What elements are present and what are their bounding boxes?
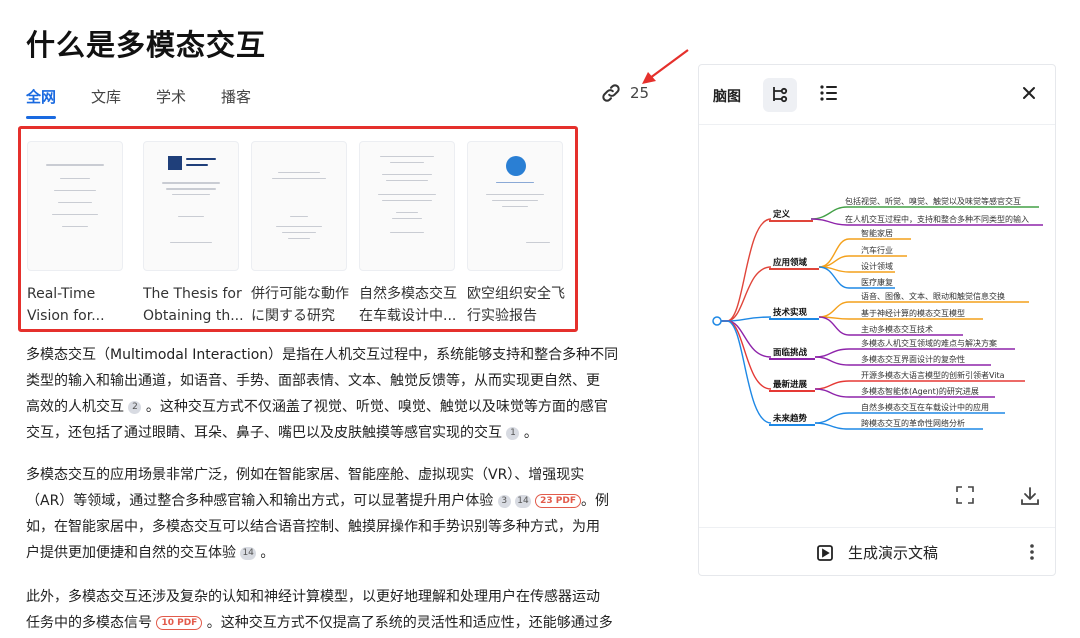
reference-count: 25 (630, 84, 650, 102)
svg-text:多模态智能体(Agent)的研究进展: 多模态智能体(Agent)的研究进展 (861, 386, 979, 396)
source-card[interactable]: 自然多模态交互 在车载设计中... (359, 141, 457, 327)
svg-text:多模态交互界面设计的复杂性: 多模态交互界面设计的复杂性 (861, 354, 965, 364)
download-icon (1021, 487, 1039, 505)
document-thumbnail (251, 141, 347, 271)
source-card[interactable]: 併行可能な動作 に関する研究 (251, 141, 349, 327)
citation-badge[interactable]: 14 (240, 546, 256, 560)
document-thumbnail (27, 141, 123, 271)
tab-academic[interactable]: 学术 (156, 86, 186, 107)
generate-presentation-label: 生成演示文稿 (847, 544, 938, 562)
svg-text:医疗康复: 医疗康复 (861, 277, 893, 287)
card-title-line-2: Obtaining th... (143, 308, 243, 324)
pdf-citation-badge[interactable]: 23 PDF (535, 494, 581, 508)
svg-text:自然多模态交互在车载设计中的应用: 自然多模态交互在车载设计中的应用 (861, 402, 989, 412)
mindmap-panel: 脑图 定义 应用领域 技术实现 面临挑战 最新进展 未来趋势 包括视觉、听觉、嗅… (698, 64, 1056, 576)
mindmap-tab[interactable]: 脑图 (713, 86, 741, 106)
svg-text:定义: 定义 (772, 209, 791, 220)
source-cards-highlight: Real-Time Vision for... The Thesis for O… (18, 126, 578, 332)
more-icon[interactable] (1029, 543, 1035, 561)
fullscreen-icon (956, 486, 974, 504)
document-thumbnail (143, 141, 239, 271)
list-view-button[interactable] (819, 83, 839, 107)
card-title-line-2: 行实验报告 (467, 308, 537, 324)
card-title-line-2: に関する研究 (251, 308, 335, 324)
answer-paragraph-1: 多模态交互（Multimodal Interaction）是指在人机交互过程中，… (26, 347, 619, 441)
citation-badge[interactable]: 3 (497, 494, 511, 508)
svg-text:最新进展: 最新进展 (773, 379, 808, 390)
source-card[interactable]: The Thesis for Obtaining th... (143, 141, 243, 327)
download-button[interactable] (1019, 485, 1041, 511)
tab-podcast[interactable]: 播客 (221, 86, 251, 107)
tab-all-web[interactable]: 全网 (26, 86, 57, 119)
svg-text:智能家居: 智能家居 (861, 228, 893, 238)
page-title: 什么是多模态交互 (26, 28, 267, 62)
svg-text:主动多模态交互技术: 主动多模态交互技术 (861, 324, 933, 334)
document-thumbnail (359, 141, 455, 271)
card-title-line-1: 併行可能な動作 (251, 286, 349, 302)
pdf-citation-badge[interactable]: 10 PDF (156, 616, 203, 630)
svg-text:语音、图像、文本、眼动和触觉信息交换: 语音、图像、文本、眼动和触觉信息交换 (861, 291, 1005, 301)
source-card[interactable]: Real-Time Vision for... (27, 141, 123, 327)
svg-text:开源多模态大语言模型的创新引领者Vita: 开源多模态大语言模型的创新引领者Vita (861, 370, 1005, 380)
svg-text:面临挑战: 面临挑战 (773, 347, 808, 358)
answer-paragraph-2: 多模态交互的应用场景非常广泛，例如在智能家居、智能座舱、虚拟现实（VR）、增强现… (26, 467, 609, 561)
svg-text:技术实现: 技术实现 (773, 307, 808, 318)
close-button[interactable] (1019, 83, 1039, 107)
link-icon (602, 84, 620, 102)
svg-text:未来趋势: 未来趋势 (772, 413, 808, 424)
answer-paragraph-3: 此外，多模态交互还涉及复杂的认知和神经计算模型，以更好地理解和处理用户在传感器运… (26, 589, 613, 631)
tree-view-button[interactable] (763, 78, 797, 112)
svg-text:在人机交互过程中，支持和整合多种不同类型的输入: 在人机交互过程中，支持和整合多种不同类型的输入 (845, 214, 1029, 224)
card-title-line-1: 自然多模态交互 (359, 286, 457, 302)
citation-badge[interactable]: 1 (506, 426, 520, 440)
mindmap-diagram[interactable]: 定义 应用领域 技术实现 面临挑战 最新进展 未来趋势 包括视觉、听觉、嗅觉、触… (699, 127, 1055, 467)
citation-badge[interactable]: 2 (128, 400, 142, 414)
svg-text:跨模态交互的革命性网络分析: 跨模态交互的革命性网络分析 (861, 418, 965, 428)
play-icon (817, 544, 833, 561)
card-title-line-1: 欧空组织安全飞 (467, 286, 565, 302)
citation-badge[interactable]: 14 (515, 494, 531, 508)
card-title-line-1: Real-Time (27, 286, 96, 302)
list-icon (820, 85, 837, 101)
tree-icon (773, 87, 788, 103)
panel-header: 脑图 (699, 65, 1055, 125)
source-card[interactable]: 欧空组织安全飞 行实验报告 (467, 141, 565, 327)
svg-text:设计领域: 设计领域 (861, 261, 893, 271)
card-title-line-2: 在车载设计中... (359, 308, 457, 324)
close-icon (1023, 87, 1035, 99)
card-title-line-1: The Thesis for (143, 286, 242, 302)
svg-text:应用领域: 应用领域 (773, 257, 808, 268)
svg-text:基于神经计算的模态交互模型: 基于神经计算的模态交互模型 (861, 308, 965, 318)
card-title-line-2: Vision for... (27, 308, 105, 324)
svg-text:汽车行业: 汽车行业 (861, 245, 893, 255)
svg-text:包括视觉、听觉、嗅觉、触觉以及味觉等感官交互: 包括视觉、听觉、嗅觉、触觉以及味觉等感官交互 (845, 196, 1021, 206)
document-thumbnail (467, 141, 563, 271)
tab-library[interactable]: 文库 (91, 86, 121, 107)
source-tabs: 全网 文库 学术 播客 (26, 86, 286, 119)
fullscreen-button[interactable] (955, 485, 975, 509)
annotation-arrow-icon (642, 49, 689, 84)
svg-text:多模态人机交互领域的难点与解决方案: 多模态人机交互领域的难点与解决方案 (861, 338, 997, 348)
generate-presentation-button[interactable]: 生成演示文稿 (699, 527, 1055, 577)
